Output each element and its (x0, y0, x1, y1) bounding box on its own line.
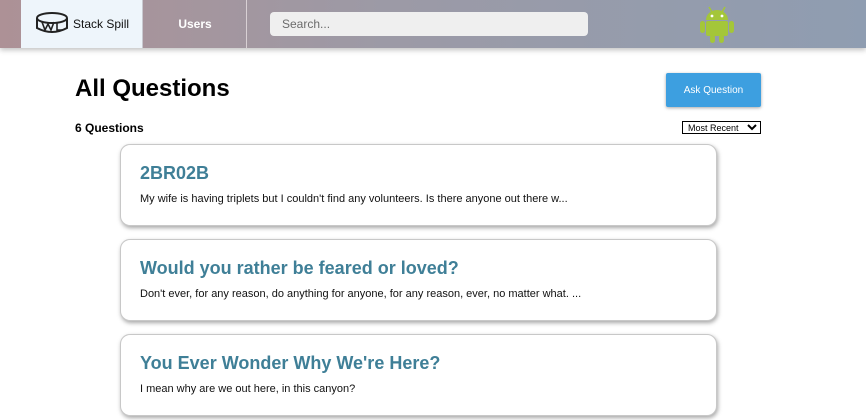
brand-name: Stack Spill (73, 17, 130, 31)
question-excerpt: I mean why are we out here, in this cany… (140, 383, 356, 395)
question-title[interactable]: You Ever Wonder Why We're Here? (140, 353, 440, 374)
question-card[interactable]: You Ever Wonder Why We're Here? I mean w… (120, 334, 717, 416)
search-input[interactable] (270, 12, 588, 36)
page-title: All Questions (75, 75, 230, 102)
question-title[interactable]: 2BR02B (140, 163, 209, 184)
question-excerpt: My wife is having triplets but I couldn'… (140, 193, 568, 205)
ask-question-button[interactable]: Ask Question (666, 73, 761, 107)
question-title[interactable]: Would you rather be feared or loved? (140, 258, 459, 279)
question-count: 6 Questions (75, 121, 144, 135)
stack-logo-icon (36, 12, 68, 33)
brand-link[interactable]: Stack Spill (21, 0, 143, 48)
sort-select[interactable]: Most Recent (682, 121, 761, 134)
question-card[interactable]: 2BR02B My wife is having triplets but I … (120, 144, 717, 226)
nav-users-link[interactable]: Users (144, 0, 247, 48)
question-excerpt: Don't ever, for any reason, do anything … (140, 288, 582, 300)
android-icon[interactable] (697, 4, 737, 44)
top-navbar: Stack Spill Users (0, 0, 866, 48)
question-card[interactable]: Would you rather be feared or loved? Don… (120, 239, 717, 321)
